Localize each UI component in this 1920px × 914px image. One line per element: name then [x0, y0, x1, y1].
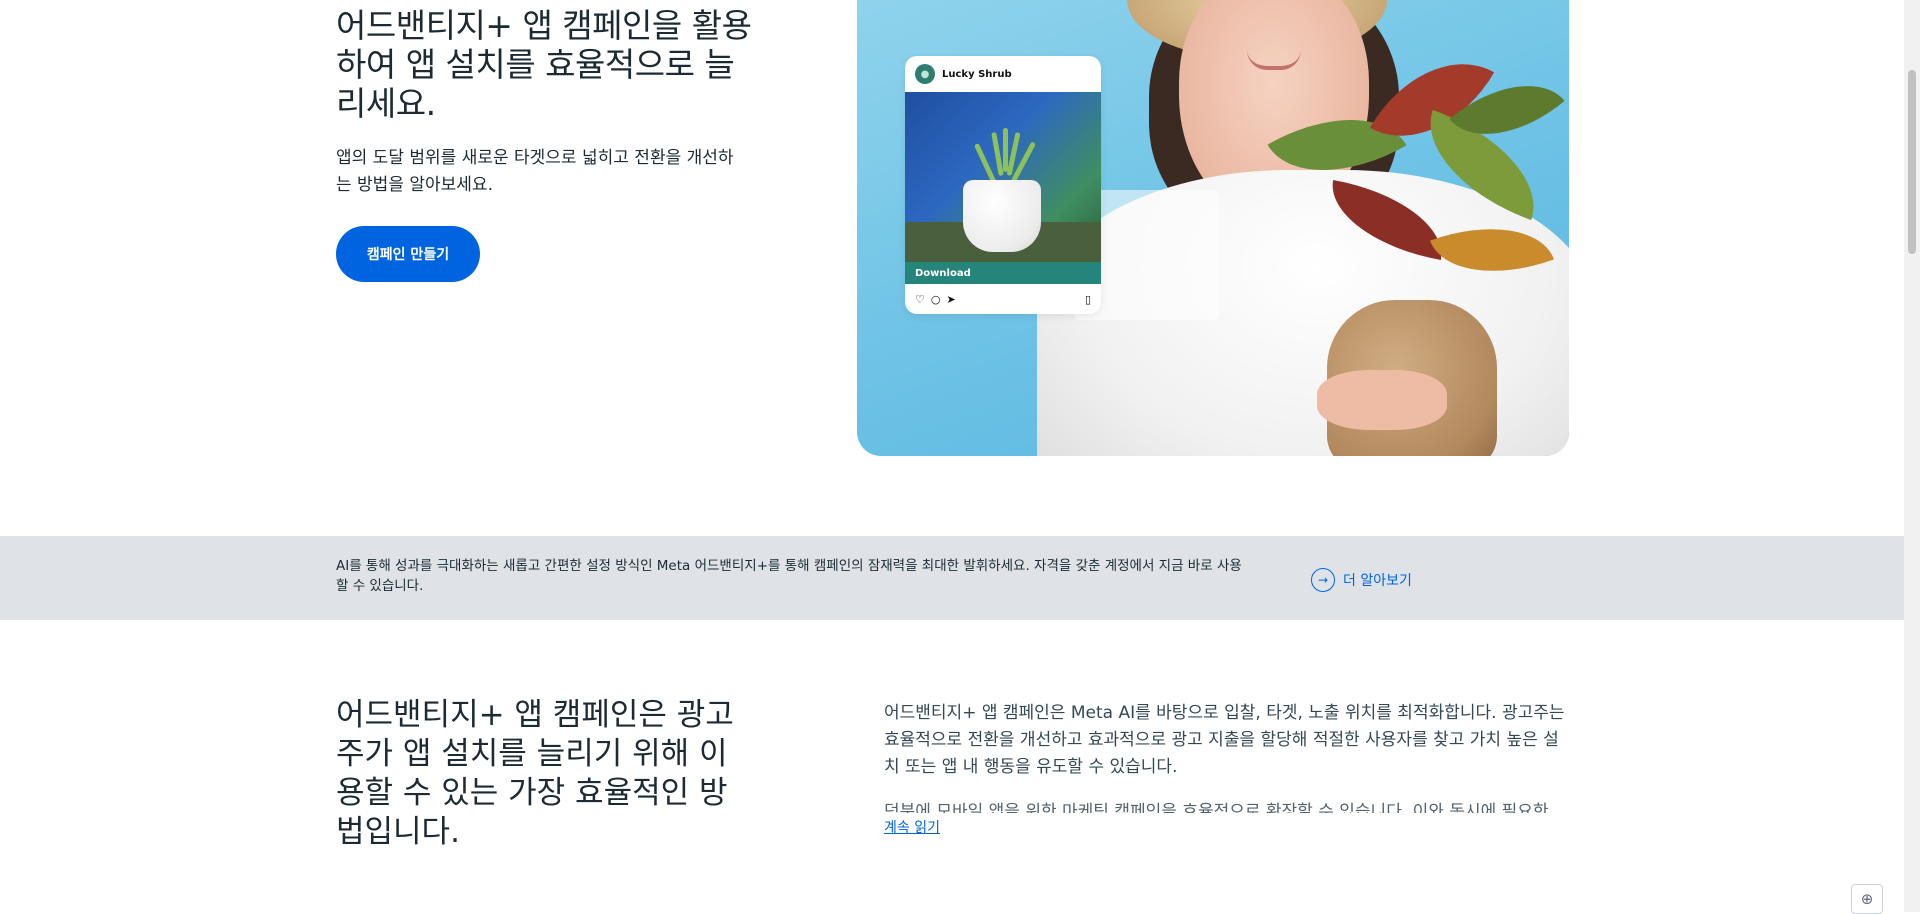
- post-account-name: Lucky Shrub: [942, 68, 1012, 80]
- account-avatar-icon: ●: [915, 64, 935, 84]
- advantage-plus-banner: AI를 통해 성과를 극대화하는 새롭고 간편한 설정 방식인 Meta 어드밴…: [0, 536, 1904, 620]
- scrollbar[interactable]: [1904, 0, 1920, 912]
- succulent-leaf: [991, 131, 1004, 177]
- create-campaign-button[interactable]: 캠페인 만들기: [336, 226, 480, 282]
- hero-title: 어드밴티지+ 앱 캠페인을 활용하여 앱 설치를 효율적으로 늘리세요.: [336, 6, 752, 123]
- succulent-leaf: [1003, 128, 1008, 172]
- comment-icon: ○: [930, 292, 941, 306]
- learn-more-label: 더 알아보기: [1343, 573, 1412, 589]
- learn-more-link[interactable]: → 더 알아보기: [1311, 568, 1412, 592]
- post-plant-pot: [963, 180, 1041, 252]
- bookmark-icon: ▯: [1084, 292, 1091, 306]
- send-icon: ➤: [946, 292, 956, 306]
- post-header: ● Lucky Shrub: [905, 56, 1101, 92]
- ad-post-card: ● Lucky Shrub Download ♡ ○ ➤ ▯: [905, 56, 1101, 314]
- banner-text: AI를 통해 성과를 극대화하는 새롭고 간편한 설정 방식인 Meta 어드밴…: [336, 558, 1242, 594]
- hero-image: ● Lucky Shrub Download ♡ ○ ➤ ▯: [857, 0, 1569, 456]
- section-body-clipped: 덕분에 모바일 앱을 위한 마케팅 캠페인을 효율적으로 확장할 수 있습니다.…: [884, 802, 1549, 813]
- arrow-circle-icon: →: [1311, 568, 1335, 592]
- section-body: 어드밴티지+ 앱 캠페인은 Meta AI를 바탕으로 입찰, 타겟, 노출 위…: [884, 703, 1565, 777]
- woman-hand: [1317, 370, 1447, 430]
- post-actions: ♡ ○ ➤ ▯: [905, 284, 1101, 314]
- woman-smile: [1247, 50, 1301, 70]
- post-download-bar: Download: [905, 262, 1101, 284]
- scrollbar-thumb[interactable]: [1908, 70, 1916, 254]
- hero-text-block: 어드밴티지+ 앱 캠페인을 활용하여 앱 설치를 효율적으로 늘리세요. 앱의 …: [336, 6, 756, 199]
- post-photo: [905, 92, 1101, 262]
- read-more-link[interactable]: 계속 읽기: [884, 817, 940, 837]
- globe-icon[interactable]: ⊕: [1851, 884, 1883, 914]
- heart-icon: ♡: [915, 292, 925, 306]
- hero-subtitle: 앱의 도달 범위를 새로운 타겟으로 넓히고 전환을 개선하는 방법을 알아보세…: [336, 148, 734, 195]
- section-title: 어드밴티지+ 앱 캠페인은 광고주가 앱 설치를 늘리기 위해 이용할 수 있는…: [336, 697, 734, 850]
